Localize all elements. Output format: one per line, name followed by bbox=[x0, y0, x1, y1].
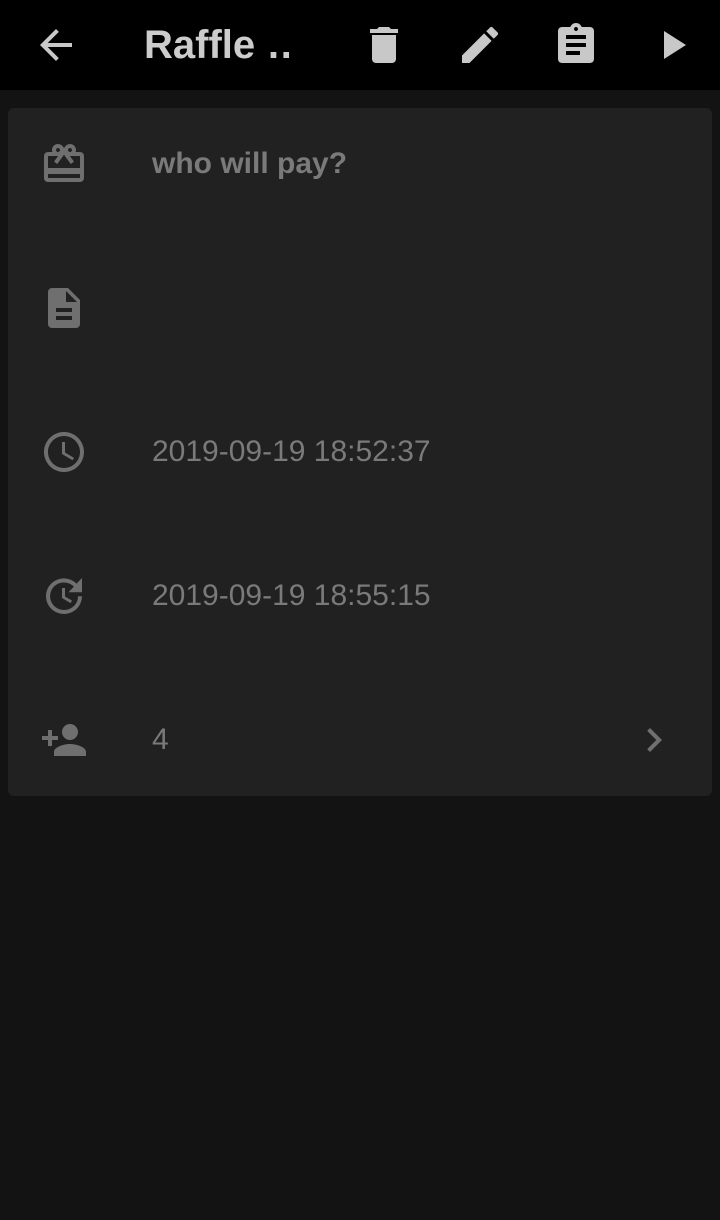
created-row: 2019-09-19 18:52:37 bbox=[8, 396, 712, 540]
add-person-icon bbox=[40, 716, 88, 764]
description-row bbox=[8, 252, 712, 396]
raffle-details-card: who will pay? 2019-09-19 18:52:37 2019-0… bbox=[8, 108, 712, 796]
app-bar: Raffle … bbox=[0, 0, 720, 90]
created-timestamp: 2019-09-19 18:52:37 bbox=[152, 435, 431, 468]
page-title: Raffle … bbox=[144, 23, 292, 67]
clipboard-icon bbox=[558, 23, 594, 63]
document-icon bbox=[40, 284, 88, 332]
play-icon bbox=[664, 31, 686, 59]
pencil-icon bbox=[462, 26, 499, 64]
participants-count: 4 bbox=[152, 723, 169, 756]
play-button[interactable] bbox=[624, 0, 720, 90]
updated-row: 2019-09-19 18:55:15 bbox=[8, 540, 712, 684]
chevron-right-icon[interactable] bbox=[630, 716, 678, 764]
trash-icon bbox=[370, 27, 398, 63]
arrow-back-icon bbox=[40, 29, 72, 61]
participants-row[interactable]: 4 bbox=[8, 684, 712, 796]
clock-icon bbox=[40, 428, 88, 476]
back-button[interactable] bbox=[8, 0, 104, 90]
updated-timestamp: 2019-09-19 18:55:15 bbox=[152, 579, 431, 612]
raffle-name-text: who will pay? bbox=[152, 147, 348, 180]
delete-button[interactable] bbox=[336, 0, 432, 90]
gift-card-icon bbox=[40, 140, 88, 188]
raffle-name-row: who will pay? bbox=[8, 108, 712, 252]
clipboard-button[interactable] bbox=[528, 0, 624, 90]
update-clock-icon bbox=[40, 572, 88, 620]
edit-button[interactable] bbox=[432, 0, 528, 90]
